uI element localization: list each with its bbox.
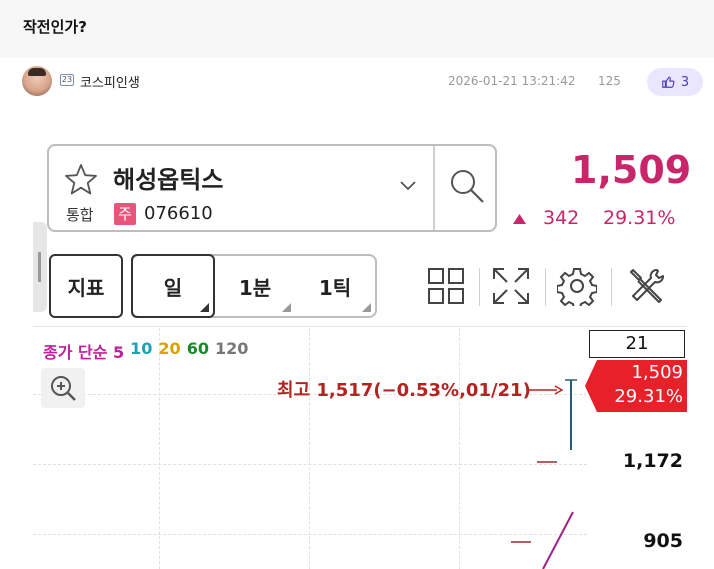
fullscreen-icon[interactable] [491, 266, 531, 306]
price-tag-percent: 29.31% [614, 386, 683, 407]
period-label: 1분 [238, 275, 272, 300]
author-avatar[interactable] [22, 66, 52, 96]
search-icon[interactable] [447, 166, 487, 206]
stock-selector[interactable]: 해성옵틱스 통합 주 076610 [47, 144, 497, 232]
like-button[interactable]: 3 [647, 68, 703, 96]
tools-icon[interactable] [627, 266, 667, 306]
ma-line [542, 511, 574, 569]
grid-vline [459, 328, 460, 569]
ma-label: 10 [130, 339, 153, 358]
author-name[interactable]: 코스피인생 [80, 72, 140, 91]
axis-price-label: 1,172 [622, 450, 683, 472]
period-label: 1틱 [318, 275, 352, 300]
toolbar-separator [611, 268, 612, 306]
like-count: 3 [680, 74, 690, 90]
level-badge-icon: 23 [60, 74, 74, 86]
ma-label: 종가 단순 5 [43, 343, 125, 362]
price-change-percent: 29.31% [603, 207, 676, 229]
period-label: 일 [163, 275, 183, 300]
price-change: 342 [543, 207, 580, 229]
thumbs-up-icon [662, 76, 675, 88]
post-date: 2026-01-21 13:21:42 [448, 74, 576, 88]
grid-vline [309, 328, 310, 569]
axis-top-value: 21 [589, 330, 685, 358]
post-title-bar: 작전인가? [0, 0, 714, 58]
indicator-button[interactable]: 지표 [49, 254, 123, 318]
grid-vline [159, 328, 160, 569]
ma-label: 20 [158, 339, 181, 358]
post-title: 작전인가? [23, 18, 87, 36]
current-price-tag: 1,509 29.31% [585, 360, 687, 412]
market-badge: 주 [114, 203, 136, 225]
toolbar-separator [479, 268, 480, 306]
corner-mark-icon [282, 303, 291, 312]
ma-label: 60 [186, 339, 209, 358]
settings-gear-icon[interactable] [557, 266, 597, 306]
divider [433, 146, 435, 230]
moving-average-legend: 종가 단순 5 10 20 60 120 [43, 339, 248, 363]
stock-name: 해성옵틱스 [113, 166, 224, 194]
up-triangle-icon [513, 214, 526, 224]
attached-screenshot: 해성옵틱스 통합 주 076610 1,509 342 29.31% 지표 일 … [33, 130, 691, 569]
star-favorite-icon[interactable] [63, 162, 99, 198]
stock-code: 076610 [144, 203, 213, 224]
zoom-in-icon[interactable] [41, 368, 85, 408]
period-1min-button[interactable]: 1분 [215, 256, 295, 316]
layout-grid-icon[interactable] [426, 266, 466, 306]
view-count: 125 [598, 74, 621, 88]
current-price: 1,509 [571, 148, 692, 192]
corner-mark-icon [362, 303, 371, 312]
candle-chart [511, 379, 577, 569]
period-day-button[interactable]: 일 [131, 254, 215, 318]
price-tag-value: 1,509 [631, 362, 683, 383]
axis-price-label: 905 [643, 530, 683, 552]
toolbar-separator [545, 268, 546, 306]
period-selector: 일 1분 1틱 [131, 254, 377, 318]
side-panel-handle[interactable] [33, 222, 47, 312]
chevron-down-icon[interactable] [399, 180, 417, 192]
toolbar-divider [33, 326, 687, 327]
corner-mark-icon [200, 303, 209, 312]
period-1tick-button[interactable]: 1틱 [295, 256, 375, 316]
high-price-annotation: 최고 1,517(−0.53%,01/21) [277, 380, 531, 401]
post-meta: 23 코스피인생 2026-01-21 13:21:42 125 3 [0, 58, 714, 106]
market-label: 통합 [66, 206, 94, 224]
ma-label: 120 [214, 339, 249, 358]
